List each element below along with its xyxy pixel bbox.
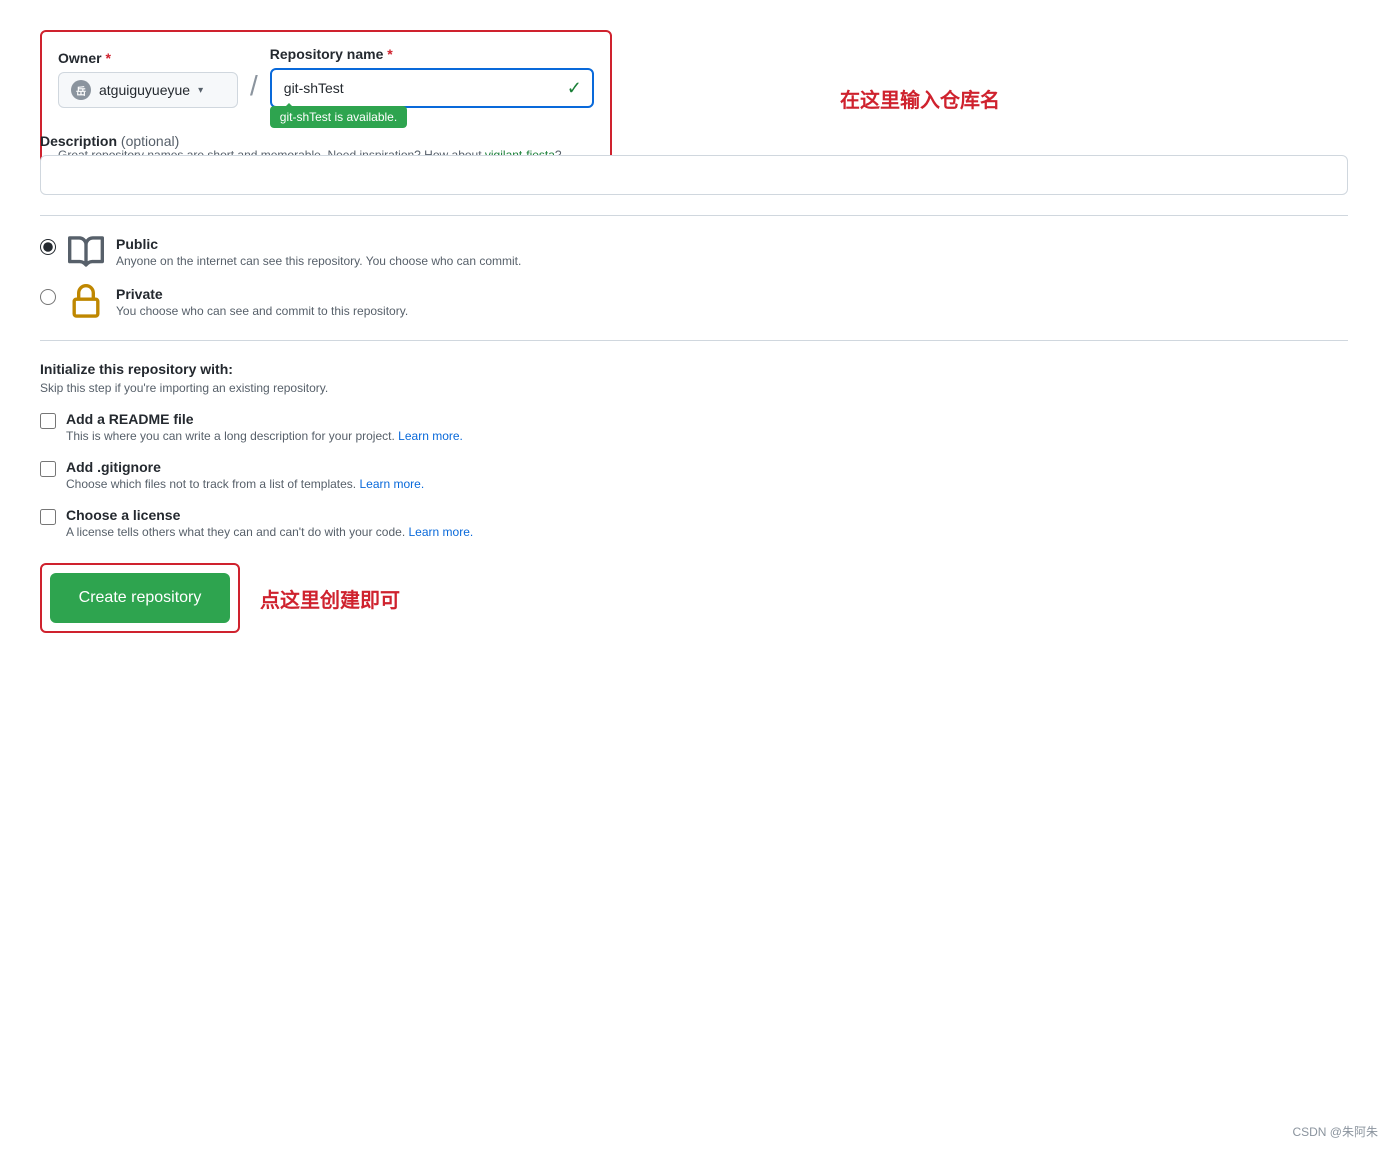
owner-avatar: 岳 — [71, 80, 91, 100]
readme-option: Add a README file This is where you can … — [40, 411, 1348, 443]
repo-annotation-text: 在这里输入仓库名 — [840, 84, 1000, 113]
init-title: Initialize this repository with: — [40, 361, 1348, 377]
description-label-text: Description — [40, 133, 117, 149]
initialize-section: Initialize this repository with: Skip th… — [40, 361, 1348, 539]
repo-name-required-star: * — [387, 46, 392, 62]
gitignore-option: Add .gitignore Choose which files not to… — [40, 459, 1348, 491]
divider-2 — [40, 340, 1348, 341]
repo-name-input-wrapper: ✓ — [270, 68, 594, 108]
owner-required-star: * — [105, 50, 110, 66]
book-icon — [68, 234, 104, 270]
repo-name-outer: Repository name * ✓ git-shTest is availa… — [270, 46, 594, 108]
public-label: Public — [116, 236, 521, 252]
private-visibility-text: Private You choose who can see and commi… — [116, 286, 408, 318]
repo-name-field-wrapper: ✓ git-shTest is available. — [270, 68, 594, 108]
csdn-watermark: CSDN @朱阿朱 — [1292, 1123, 1378, 1140]
checkmark-icon: ✓ — [567, 78, 582, 99]
gitignore-description: Choose which files not to track from a l… — [66, 477, 424, 491]
repo-name-section-box: Owner * 岳 atguiguyueyue ▾ / Repository n… — [40, 30, 612, 174]
public-description: Anyone on the internet can see this repo… — [116, 254, 521, 268]
gitignore-text: Add .gitignore Choose which files not to… — [66, 459, 424, 491]
license-text: Choose a license A license tells others … — [66, 507, 473, 539]
owner-label: Owner * — [58, 50, 238, 66]
owner-repo-row: Owner * 岳 atguiguyueyue ▾ / Repository n… — [58, 46, 594, 108]
owner-section: Owner * 岳 atguiguyueyue ▾ — [58, 50, 238, 108]
chevron-down-icon: ▾ — [198, 85, 203, 96]
repo-name-label: Repository name * — [270, 46, 594, 62]
description-input[interactable] — [40, 155, 1348, 195]
gitignore-checkbox[interactable] — [40, 461, 56, 477]
visibility-section: Public Anyone on the internet can see th… — [40, 236, 1348, 320]
owner-dropdown[interactable]: 岳 atguiguyueyue ▾ — [58, 72, 238, 108]
public-radio[interactable] — [40, 239, 56, 255]
init-subtitle: Skip this step if you're importing an ex… — [40, 381, 1348, 395]
license-option: Choose a license A license tells others … — [40, 507, 1348, 539]
public-option: Public Anyone on the internet can see th… — [40, 236, 1348, 270]
available-message-text: git-shTest is available. — [280, 110, 397, 124]
create-annotation-text: 点这里创建即可 — [260, 584, 400, 613]
readme-checkbox[interactable] — [40, 413, 56, 429]
bottom-section: Create repository 点这里创建即可 — [40, 563, 1348, 633]
license-label: Choose a license — [66, 507, 473, 523]
repo-name-label-text: Repository name — [270, 46, 384, 62]
private-label: Private — [116, 286, 408, 302]
license-checkbox[interactable] — [40, 509, 56, 525]
owner-label-text: Owner — [58, 50, 102, 66]
readme-learn-more-link[interactable]: Learn more. — [398, 429, 463, 443]
owner-username: atguiguyueyue — [99, 82, 190, 98]
private-radio[interactable] — [40, 289, 56, 305]
slash-divider: / — [238, 68, 270, 104]
private-option: Private You choose who can see and commi… — [40, 286, 1348, 320]
availability-tooltip: git-shTest is available. — [270, 106, 407, 128]
readme-label: Add a README file — [66, 411, 463, 427]
optional-text: (optional) — [121, 133, 179, 149]
repo-name-input[interactable] — [272, 70, 592, 106]
create-repository-button[interactable]: Create repository — [50, 573, 230, 623]
lock-icon — [68, 284, 104, 320]
readme-description: This is where you can write a long descr… — [66, 429, 463, 443]
license-learn-more-link[interactable]: Learn more. — [409, 525, 474, 539]
gitignore-label: Add .gitignore — [66, 459, 424, 475]
readme-text: Add a README file This is where you can … — [66, 411, 463, 443]
license-description: A license tells others what they can and… — [66, 525, 473, 539]
create-button-wrapper: Create repository — [40, 563, 240, 633]
public-visibility-text: Public Anyone on the internet can see th… — [116, 236, 521, 268]
gitignore-learn-more-link[interactable]: Learn more. — [359, 477, 424, 491]
private-description: You choose who can see and commit to thi… — [116, 304, 408, 318]
divider-1 — [40, 215, 1348, 216]
